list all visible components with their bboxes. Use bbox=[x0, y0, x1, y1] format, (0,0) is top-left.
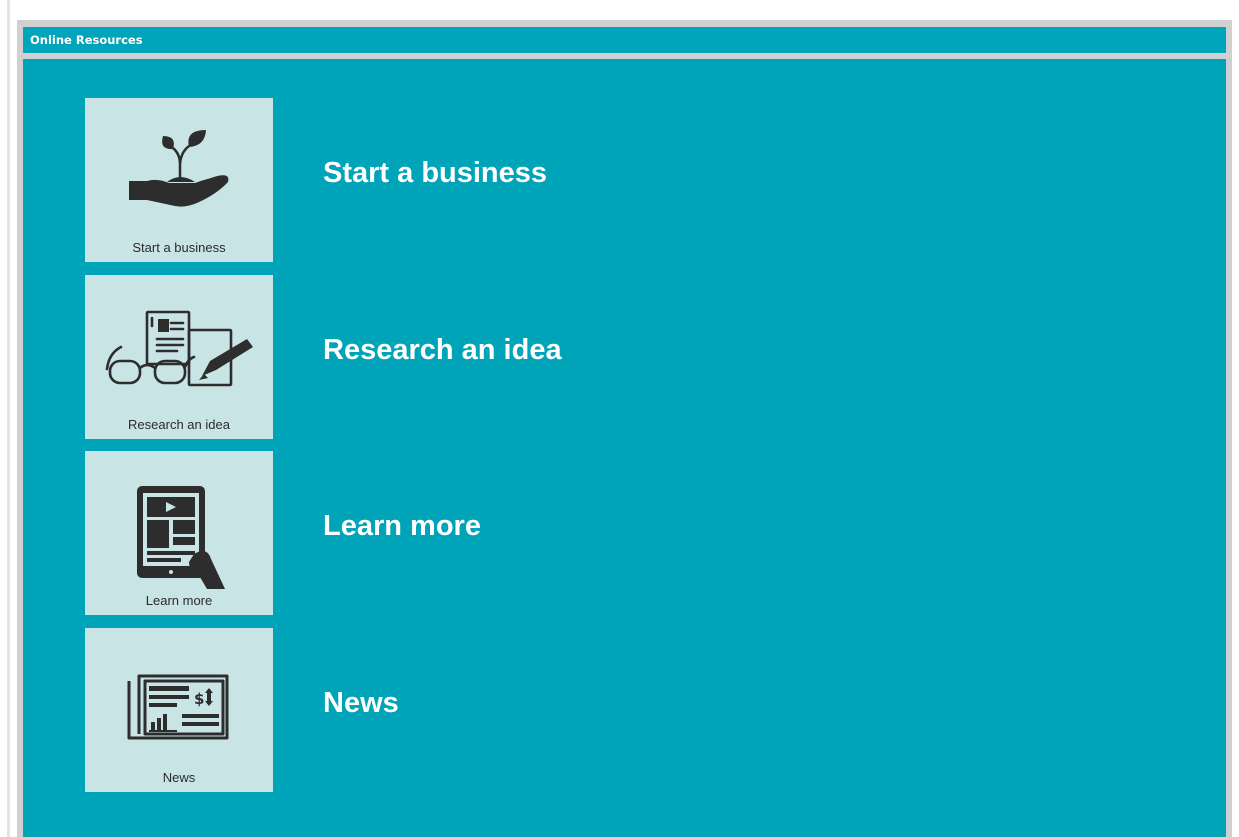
resource-row-start-business: Start a business Start a business bbox=[23, 98, 1226, 263]
research-idea-link[interactable]: Research an idea bbox=[323, 333, 562, 367]
left-divider bbox=[7, 0, 10, 837]
resource-row-news: $ News News bbox=[23, 628, 1226, 793]
learn-more-tile-caption: Learn more bbox=[145, 593, 213, 608]
glasses-document-pencil-icon bbox=[105, 310, 253, 387]
start-business-tile-caption: Start a business bbox=[132, 240, 226, 255]
newspaper-icon: $ bbox=[127, 674, 229, 740]
learn-more-link[interactable]: Learn more bbox=[323, 509, 481, 543]
svg-text:$: $ bbox=[194, 690, 204, 708]
plant-in-hand-icon bbox=[129, 130, 229, 207]
resource-row-research-idea: Research an idea Research an idea bbox=[23, 275, 1226, 440]
tablet-video-icon bbox=[137, 486, 225, 589]
news-tile[interactable]: $ News bbox=[85, 628, 273, 792]
news-link[interactable]: News bbox=[323, 686, 399, 720]
start-business-link[interactable]: Start a business bbox=[323, 156, 547, 190]
start-business-tile[interactable]: Start a business bbox=[85, 98, 273, 262]
news-tile-caption: News bbox=[162, 770, 196, 785]
learn-more-tile[interactable]: Learn more bbox=[85, 451, 273, 615]
resources-panel: Start a business Start a business Resear… bbox=[23, 59, 1226, 837]
research-idea-tile-caption: Research an idea bbox=[128, 417, 230, 432]
resource-row-learn-more: Learn more Learn more bbox=[23, 451, 1226, 616]
panel-header: Online Resources bbox=[23, 27, 1226, 53]
research-idea-tile[interactable]: Research an idea bbox=[85, 275, 273, 439]
panel-title: Online Resources bbox=[30, 33, 143, 47]
